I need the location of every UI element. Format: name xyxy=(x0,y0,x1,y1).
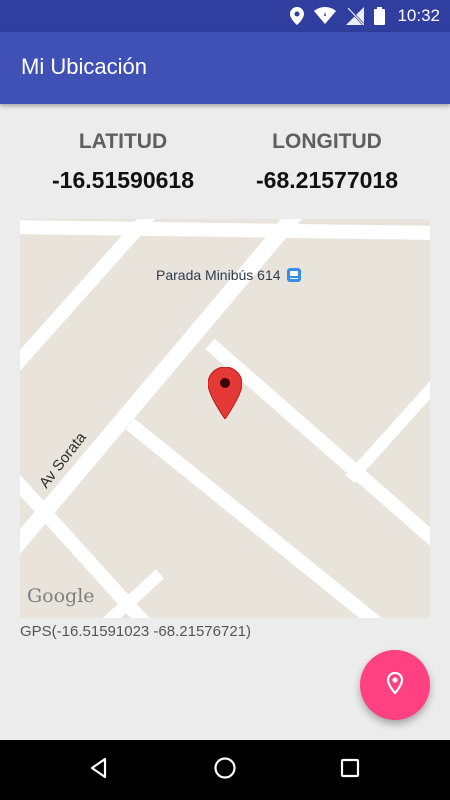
recents-button[interactable] xyxy=(334,754,366,786)
location-pin-icon xyxy=(383,671,407,700)
app-title: Mi Ubicación xyxy=(21,54,147,79)
bus-stop-icon xyxy=(286,268,301,282)
latitude-label: LATITUD xyxy=(78,130,168,153)
status-time: 10:32 xyxy=(397,6,440,25)
home-icon xyxy=(213,756,237,785)
poi-label: Parada Minibús 614 xyxy=(156,267,281,283)
no-signal-icon xyxy=(346,7,365,25)
google-logo: Google xyxy=(27,585,95,607)
map-view[interactable]: Parada Minibús 614 Av Sorata Google xyxy=(20,219,430,618)
location-icon xyxy=(290,7,305,25)
navigation-bar xyxy=(0,740,450,800)
recents-icon xyxy=(338,756,362,785)
gps-readout: GPS(-16.51591023 -68.21576721) xyxy=(20,623,252,640)
longitude-value: -68.21577018 xyxy=(256,167,398,193)
status-icons: 10:32 xyxy=(290,0,440,32)
wifi-icon xyxy=(314,7,337,25)
map-poi[interactable]: Parada Minibús 614 xyxy=(156,267,301,283)
battery-icon xyxy=(374,7,386,25)
home-button[interactable] xyxy=(209,754,241,786)
status-bar: 10:32 xyxy=(0,0,450,32)
app-bar: Mi Ubicación xyxy=(0,32,450,104)
longitude-label: LONGITUD xyxy=(272,130,382,153)
back-icon xyxy=(87,756,111,785)
locate-fab-button[interactable] xyxy=(360,650,430,720)
back-button[interactable] xyxy=(83,754,115,786)
latitude-value: -16.51590618 xyxy=(52,167,194,193)
